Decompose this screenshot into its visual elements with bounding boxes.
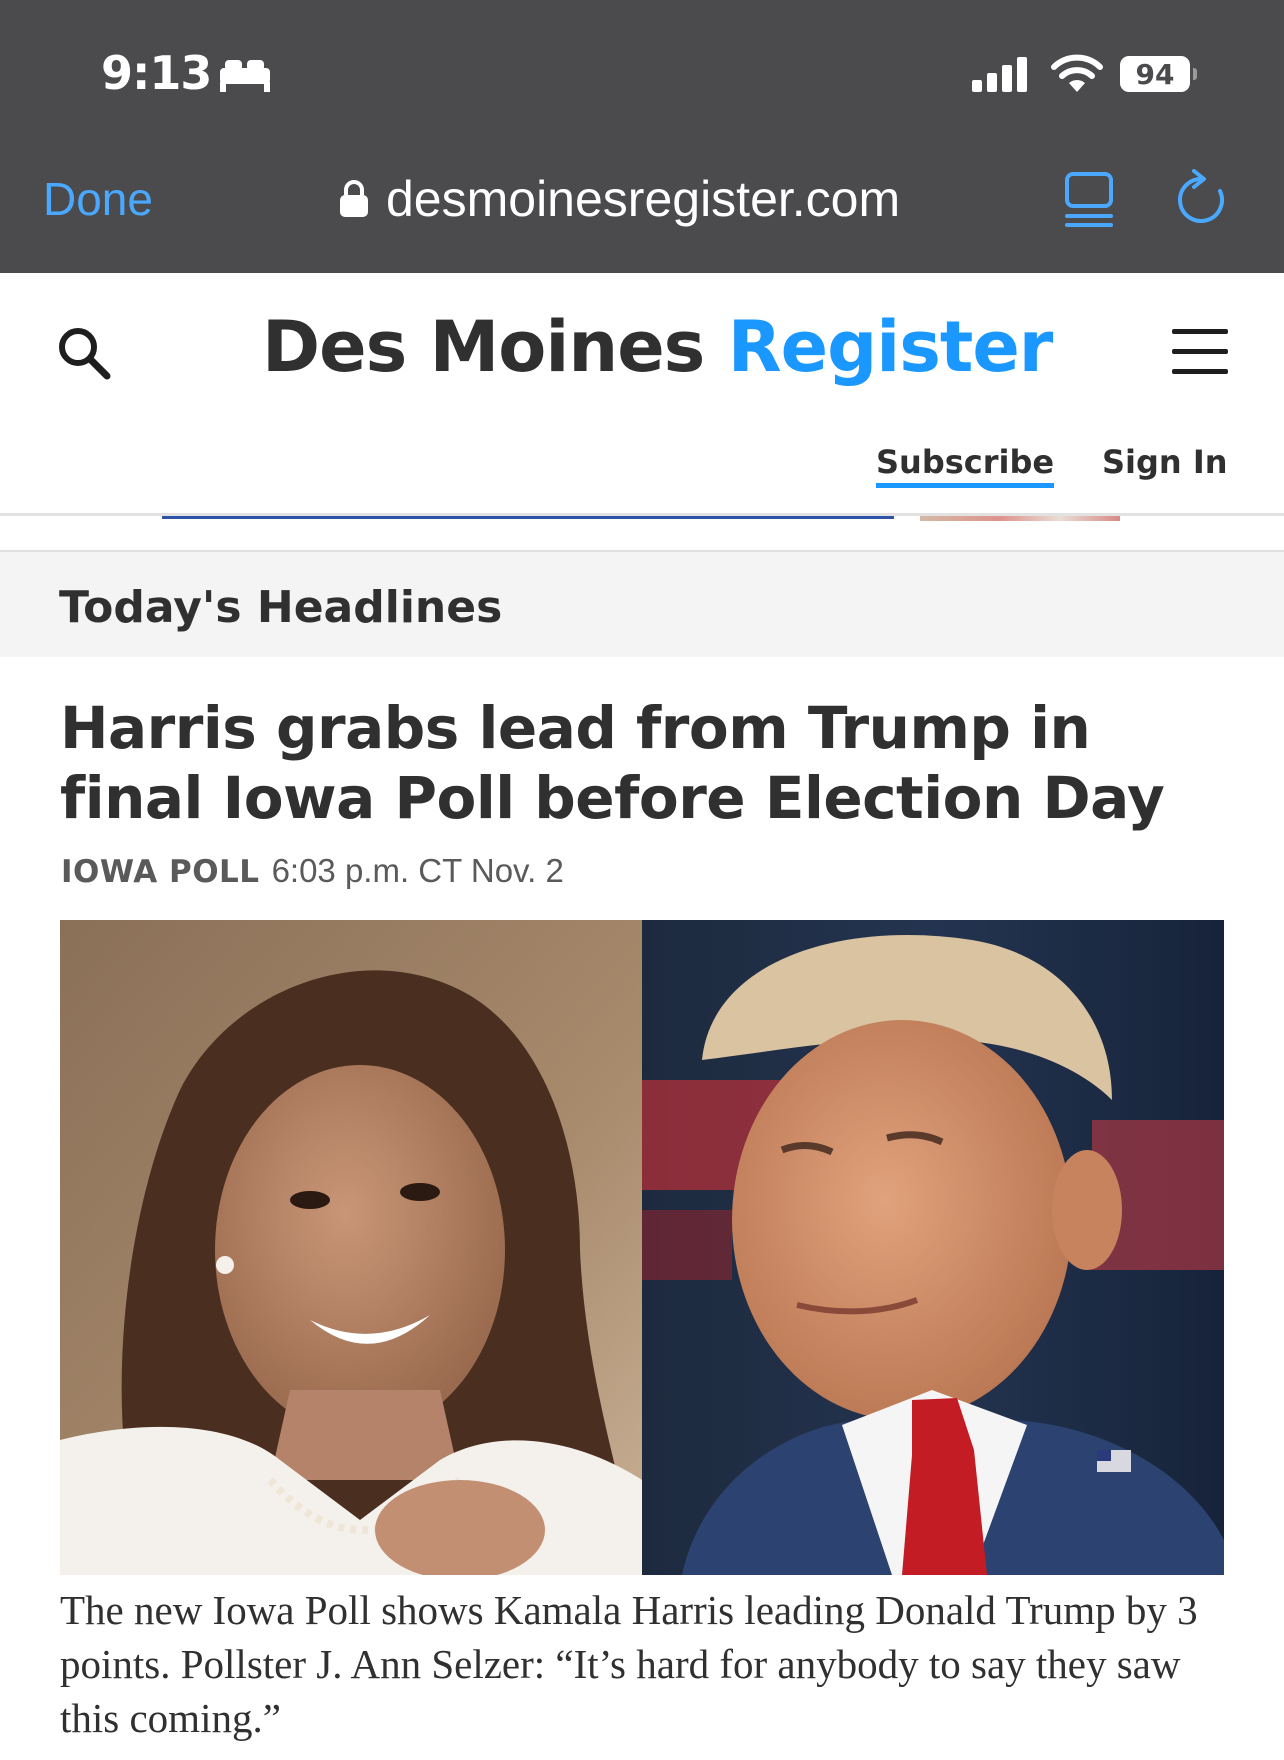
section-header: Today's Headlines [0,550,1284,657]
photo-right-portrait [642,920,1224,1575]
article-headline[interactable]: Harris grabs lead from Trump in final Io… [60,693,1220,833]
ad-banner-edge-right [920,516,1120,521]
wifi-icon [1051,54,1103,92]
lock-icon [340,180,368,217]
hamburger-menu-icon[interactable] [1172,329,1228,375]
article-label[interactable]: IOWA POLL [61,854,260,890]
battery-icon: 94 [1120,56,1197,92]
subscribe-link[interactable]: Subscribe [876,441,1055,488]
browser-chrome: 9:13 94 Done desmoinesregister.com [0,0,1284,273]
article-photo[interactable] [60,920,1224,1575]
site-logo[interactable]: Des Moines Register [262,306,1054,388]
done-button[interactable]: Done [43,172,153,226]
article-summary[interactable]: The new Iowa Poll shows Kamala Harris le… [60,1583,1230,1745]
logo-text-accent: Register [727,306,1054,388]
article-meta: IOWA POLL 6:03 p.m. CT Nov. 2 [61,852,564,890]
status-time: 9:13 [101,46,212,100]
section-title: Today's Headlines [59,582,503,633]
signal-bars-icon [972,57,1027,92]
battery-level: 94 [1120,56,1190,92]
url-bar[interactable]: desmoinesregister.com [386,170,900,228]
logo-text-primary: Des Moines [262,306,705,388]
bed-icon [220,60,270,92]
reload-icon[interactable] [1176,169,1228,227]
reader-icon[interactable] [1064,171,1114,227]
search-icon[interactable] [56,325,112,381]
ad-banner-edge [162,516,894,519]
photo-left-portrait [60,920,642,1575]
sign-in-link[interactable]: Sign In [1102,441,1228,483]
article-timestamp: 6:03 p.m. CT Nov. 2 [271,852,564,889]
site-header: Des Moines Register Subscribe Sign In [0,273,1284,521]
